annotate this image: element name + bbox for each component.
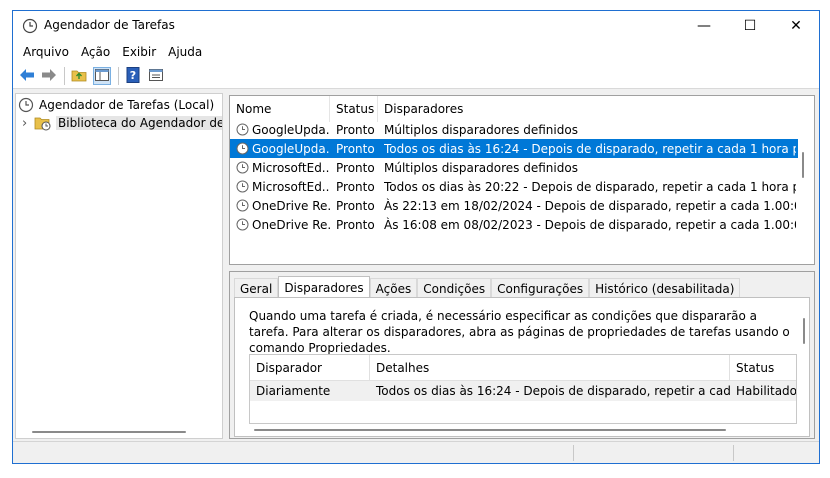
content-area: Nome Status Disparadores GoogleUpda... P…: [229, 93, 817, 441]
tab-historico[interactable]: Histórico (desabilitada): [589, 278, 741, 298]
clock-icon: [22, 18, 38, 34]
column-header-details[interactable]: Detalhes: [370, 355, 730, 381]
detail-tabs: Geral Disparadores Ações Condições Confi…: [234, 276, 741, 298]
task-row[interactable]: OneDrive Re... Pronto Às 22:13 em 18/02/…: [230, 196, 798, 215]
detail-horizontal-scrollbar[interactable]: [254, 429, 726, 431]
minimize-button[interactable]: —: [681, 11, 727, 41]
navigation-tree: Agendador de Tarefas (Local) › Bibliotec…: [15, 93, 223, 439]
tab-content: Quando uma tarefa é criada, é necessário…: [234, 297, 810, 437]
folder-up-icon: [71, 68, 87, 85]
trigger-type-cell[interactable]: Diariamente: [250, 381, 370, 401]
status-bar: [13, 441, 819, 463]
task-list: Nome Status Disparadores GoogleUpda... P…: [229, 95, 815, 265]
title-bar[interactable]: Agendador de Tarefas — ☐ ✕: [13, 11, 819, 41]
tab-acoes[interactable]: Ações: [369, 278, 418, 298]
expand-chevron-icon[interactable]: ›: [22, 116, 34, 131]
tab-condicoes[interactable]: Condições: [417, 278, 492, 298]
tree-root-label: Agendador de Tarefas (Local): [39, 98, 215, 112]
task-row[interactable]: MicrosoftEd... Pronto Múltiplos disparad…: [230, 158, 798, 177]
svg-text:?: ?: [130, 69, 136, 82]
help-icon: ?: [126, 66, 140, 86]
help-button[interactable]: ?: [124, 66, 142, 86]
task-row[interactable]: GoogleUpda... Pronto Múltiplos disparado…: [230, 120, 798, 139]
tab-geral[interactable]: Geral: [234, 278, 279, 298]
task-row[interactable]: MicrosoftEd... Pronto Todos os dias às 2…: [230, 177, 798, 196]
clock-icon: [18, 97, 34, 113]
tree-item-root[interactable]: Agendador de Tarefas (Local): [18, 96, 214, 114]
column-header-triggers[interactable]: Disparadores: [378, 96, 814, 122]
detail-vertical-scrollbar[interactable]: [803, 318, 805, 344]
task-clock-icon: [236, 158, 250, 177]
column-header-trigger[interactable]: Disparador: [250, 355, 370, 381]
menu-ajuda[interactable]: Ajuda: [162, 45, 208, 59]
up-folder-button[interactable]: [70, 67, 88, 85]
task-clock-icon: [236, 120, 250, 139]
back-arrow-icon: [19, 68, 35, 85]
folder-clock-icon: [34, 115, 52, 131]
tree-item-library[interactable]: › Biblioteca do Agendador de Tarefas: [22, 114, 222, 132]
menu-exibir[interactable]: Exibir: [116, 45, 162, 59]
trigger-table: Disparador Detalhes Status Diariamente T…: [249, 354, 797, 424]
column-header-status[interactable]: Status: [330, 96, 378, 122]
properties-button[interactable]: [147, 67, 165, 85]
task-row[interactable]: OneDrive Re... Pronto Às 16:08 em 08/02/…: [230, 215, 798, 234]
properties-icon: [149, 68, 163, 84]
tab-disparadores[interactable]: Disparadores: [278, 276, 370, 298]
task-scheduler-window: Agendador de Tarefas — ☐ ✕ Arquivo Ação …: [12, 10, 820, 464]
forward-arrow-icon: [41, 68, 57, 85]
window-title: Agendador de Tarefas: [44, 18, 175, 32]
task-clock-icon: [236, 196, 250, 215]
close-button[interactable]: ✕: [773, 11, 819, 41]
tree-horizontal-scrollbar[interactable]: [32, 431, 186, 433]
toolbar: ?: [13, 63, 819, 89]
column-header-trigger-status[interactable]: Status: [730, 355, 796, 381]
task-detail-panel: Geral Disparadores Ações Condições Confi…: [229, 271, 815, 439]
trigger-status-cell[interactable]: Habilitado: [730, 381, 796, 401]
show-hide-tree-icon: [95, 68, 109, 84]
menu-arquivo[interactable]: Arquivo: [17, 45, 75, 59]
column-header-name[interactable]: Nome: [230, 96, 330, 122]
forward-button[interactable]: [40, 67, 58, 85]
trigger-details-cell[interactable]: Todos os dias às 16:24 - Depois de dispa…: [370, 381, 730, 401]
triggers-description: Quando uma tarefa é criada, é necessário…: [249, 309, 790, 355]
tree-library-label: Biblioteca do Agendador de Tarefas: [56, 116, 222, 130]
back-button[interactable]: [18, 67, 36, 85]
task-clock-icon: [236, 139, 250, 158]
menu-bar: Arquivo Ação Exibir Ajuda: [13, 41, 819, 63]
task-list-vertical-scrollbar[interactable]: [802, 152, 804, 178]
show-hide-tree-button[interactable]: [93, 67, 111, 85]
tab-configuracoes[interactable]: Configurações: [491, 278, 590, 298]
task-row[interactable]: GoogleUpda... Pronto Todos os dias às 16…: [230, 139, 798, 158]
task-clock-icon: [236, 215, 250, 234]
task-clock-icon: [236, 177, 250, 196]
maximize-button[interactable]: ☐: [727, 11, 773, 41]
menu-acao[interactable]: Ação: [75, 45, 116, 59]
